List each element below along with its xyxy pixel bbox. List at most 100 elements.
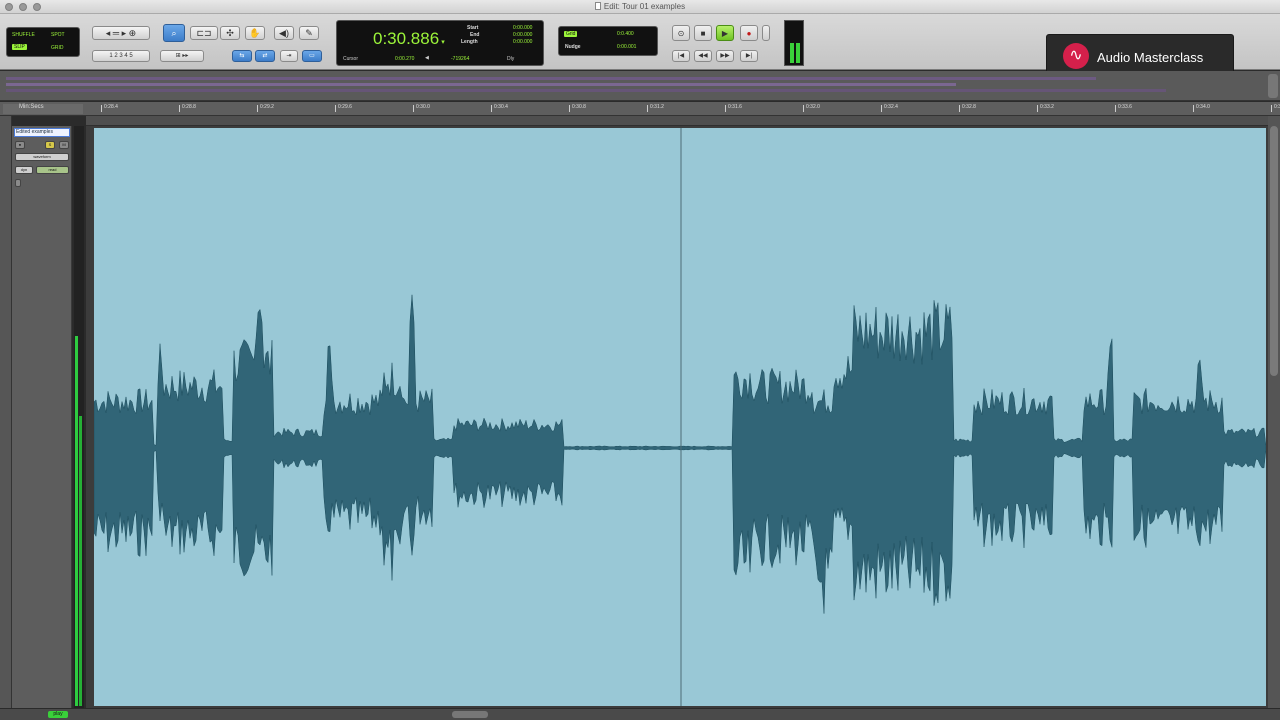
main-counter[interactable]: 0:30.886 ▾: [373, 29, 445, 49]
automation-mode-selector[interactable]: read: [36, 166, 69, 174]
edit-modes: SHUFFLE SPOT SLIP GRID: [6, 27, 80, 57]
track-name[interactable]: Edited examples: [14, 128, 70, 137]
mute-button[interactable]: M: [59, 141, 69, 149]
selector-icon: ✣: [226, 28, 234, 38]
cursor-label: Cursor: [343, 56, 359, 62]
logo-text: Audio Masterclass: [1097, 50, 1204, 65]
edit-window-tracks[interactable]: [86, 126, 1268, 708]
track-header: Edited examples ● S M waveform dyn read: [12, 126, 72, 708]
transport-extra-button[interactable]: [762, 25, 770, 41]
universe-overview[interactable]: [0, 71, 1280, 101]
ruler-tick: 0:29.6: [335, 104, 352, 112]
return-to-zero-button[interactable]: |◀: [672, 50, 690, 62]
tab-to-transient-button[interactable]: ⊞ ▸▸: [160, 50, 204, 62]
toolbar: SHUFFLE SPOT SLIP GRID ◂ ═ ▸ ⊕ ⌕ ⊏⊐ ✣ ✋ …: [0, 14, 1280, 76]
meter-right-level: [796, 43, 800, 63]
rewind-icon: ◀◀: [698, 53, 708, 59]
magnifier-icon: ⌕: [171, 28, 177, 38]
record-enable-button[interactable]: ●: [15, 141, 25, 149]
start-value[interactable]: 0:00.000: [513, 25, 532, 31]
grid-mode-button[interactable]: GRID: [51, 45, 64, 51]
spot-mode-button[interactable]: SPOT: [51, 32, 65, 38]
horizontal-scrollbar[interactable]: play: [0, 708, 1280, 720]
document-icon: [594, 2, 601, 10]
grabber-tool-button[interactable]: ✋: [245, 26, 265, 40]
track-link-icon: ⇄: [262, 53, 268, 59]
grid-nudge-display: Grid 0:0.400 Nudge 0:00.001: [558, 26, 658, 56]
go-to-end-icon: ▶|: [745, 53, 753, 59]
length-value[interactable]: 0:00.000: [513, 39, 532, 45]
play-button[interactable]: ▶: [716, 25, 734, 41]
record-enable-icon: ●: [18, 142, 22, 147]
solo-button[interactable]: S: [45, 141, 55, 149]
ruler-tick: 0:33.6: [1115, 104, 1132, 112]
ruler-tick: 0:29.2: [257, 104, 274, 112]
zoom-preset-buttons[interactable]: 1 2 3 4 5: [92, 50, 150, 62]
zoomer-tool-button[interactable]: ⌕: [163, 24, 185, 42]
pencil-icon: ✎: [305, 28, 313, 38]
online-button[interactable]: ⊙: [672, 25, 690, 41]
link-track-button[interactable]: ⇄: [255, 50, 275, 62]
grid-label[interactable]: Grid: [564, 31, 578, 37]
cursor-value: 0:00.270: [395, 56, 415, 62]
cursor-icon: ◀: [425, 55, 429, 61]
nudge-label: Nudge: [565, 44, 581, 50]
dyn-button[interactable]: dyn: [15, 166, 33, 174]
trim-icon: ⊏⊐: [196, 28, 212, 38]
fast-forward-button[interactable]: ▶▶: [716, 50, 734, 62]
link-timeline-button[interactable]: ⇆: [232, 50, 252, 62]
zoom-controls[interactable]: ◂ ═ ▸ ⊕: [92, 26, 150, 40]
zoom-presets-icon: 1 2 3 4 5: [109, 53, 133, 59]
rewind-button[interactable]: ◀◀: [694, 50, 712, 62]
track-meter: [74, 126, 84, 708]
ruler-tick: 0:31.6: [725, 104, 742, 112]
scrubber-tool-button[interactable]: ◀): [274, 26, 294, 40]
selector-tool-button[interactable]: ✣: [220, 26, 240, 40]
vertical-scroll-thumb[interactable]: [1270, 126, 1278, 376]
ruler-tick: 0:32.4: [881, 104, 898, 112]
window-title: Edit: Tour 01 examples: [0, 2, 1280, 11]
stop-button[interactable]: ■: [694, 25, 712, 41]
audio-clip[interactable]: [94, 128, 1266, 706]
follow-icon: ⇥: [286, 53, 292, 59]
ruler-tick: 0:30.4: [491, 104, 508, 112]
speaker-icon: ◀): [279, 28, 289, 38]
record-button[interactable]: ●: [740, 25, 758, 41]
play-status-indicator: play: [48, 711, 68, 718]
overview-lane: [6, 77, 1096, 80]
record-icon: ●: [746, 29, 752, 38]
ruler-tick: 0:32.8: [959, 104, 976, 112]
end-value[interactable]: 0:00.000: [513, 32, 532, 38]
ruler-tick: 0:31.2: [647, 104, 664, 112]
grid-value[interactable]: 0:0.400: [617, 31, 634, 37]
marker-ruler[interactable]: [86, 116, 1268, 126]
vertical-scrollbar[interactable]: [1268, 116, 1280, 708]
audio-masterclass-logo: ∿ Audio Masterclass: [1046, 34, 1234, 76]
ruler-tick: 0:32.0: [803, 104, 820, 112]
return-to-zero-icon: |◀: [677, 53, 685, 59]
transient-icon: ⊞ ▸▸: [175, 53, 189, 59]
ruler-tick: 0:28.4: [101, 104, 118, 112]
fast-forward-icon: ▶▶: [720, 53, 730, 59]
insertion-follows-button[interactable]: ⇥: [280, 50, 298, 62]
slip-mode-button[interactable]: SLIP: [12, 44, 27, 50]
go-to-end-button[interactable]: ▶|: [740, 50, 758, 62]
window-title-text: Edit: Tour 01 examples: [603, 2, 686, 11]
pencil-tool-button[interactable]: ✎: [299, 26, 319, 40]
ruler-label: Min:Secs: [3, 104, 83, 114]
track-expand-button[interactable]: [15, 179, 21, 187]
horizontal-scroll-thumb[interactable]: [452, 711, 488, 718]
nudge-value[interactable]: 0:00.001: [617, 44, 636, 50]
waveform-shape: [94, 294, 1266, 614]
sample-value: -719264: [451, 56, 470, 62]
ruler-tick: 0:34.4: [1271, 104, 1280, 112]
start-label: Start: [467, 25, 479, 31]
overview-scrollbar[interactable]: [1268, 74, 1278, 98]
main-counter-value: 0:30.886: [373, 29, 440, 48]
trim-tool-button[interactable]: ⊏⊐: [190, 26, 218, 40]
mirror-edit-button[interactable]: ▭: [302, 50, 322, 62]
shuffle-mode-button[interactable]: SHUFFLE: [12, 32, 35, 38]
track-view-selector[interactable]: waveform: [15, 153, 69, 161]
stop-icon: ■: [700, 29, 706, 38]
timeline-ruler[interactable]: Min:Secs 0:28.4 0:28.8 0:29.2 0:29.6 0:30.0 0…: [0, 102, 1280, 116]
